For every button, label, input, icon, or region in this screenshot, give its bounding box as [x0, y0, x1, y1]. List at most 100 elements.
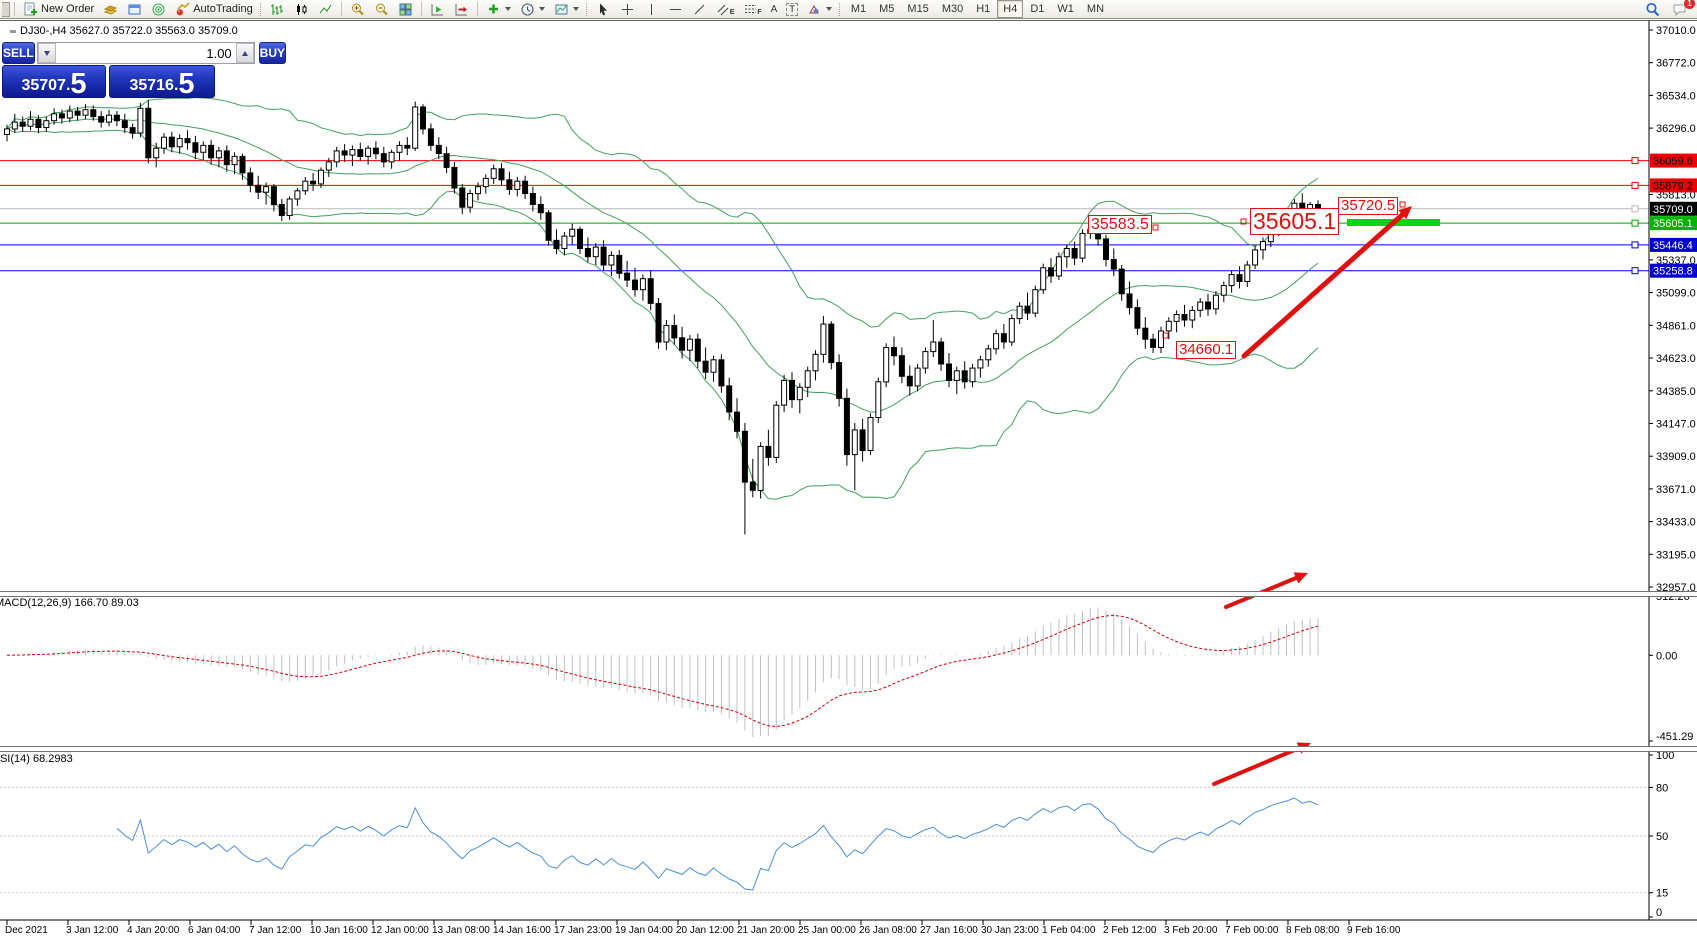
new-order-icon [23, 2, 38, 17]
new-order-label: New Order [41, 3, 94, 15]
svg-text:3 Jan 12:00: 3 Jan 12:00 [66, 925, 119, 936]
timeframe-h4[interactable]: H4 [997, 0, 1023, 18]
timeframe-m15[interactable]: M15 [901, 0, 934, 18]
indicators-button[interactable] [482, 0, 515, 19]
vertical-line-tool[interactable] [640, 0, 663, 19]
svg-text:50: 50 [1656, 831, 1668, 843]
svg-text:3 Feb 20:00: 3 Feb 20:00 [1164, 925, 1218, 936]
price-annotation-label[interactable]: 35583.5 [1088, 215, 1152, 234]
svg-text:33195.0: 33195.0 [1656, 549, 1696, 561]
sell-price-frac: 5 [70, 73, 86, 96]
data-window-button[interactable] [123, 0, 146, 19]
toolbar-drag-handle [260, 3, 263, 16]
market-watch-button[interactable] [99, 0, 122, 19]
price-annotation-label[interactable]: 35605.1 [1250, 208, 1339, 235]
macd-label: MACD(12,26,9) 166.70 89.03 [0, 597, 139, 609]
auto-scroll-button[interactable] [426, 0, 449, 19]
periods-button[interactable] [516, 0, 549, 19]
svg-text:27 Jan 16:00: 27 Jan 16:00 [920, 925, 978, 936]
chart-shift-icon [454, 2, 469, 17]
toolbar-drag-handle [839, 3, 842, 16]
svg-text:36772.0: 36772.0 [1656, 58, 1696, 70]
price-annotation-label[interactable]: 35720.5 [1338, 197, 1398, 215]
rsi-panel-sizer[interactable] [0, 746, 1697, 752]
notifications-button[interactable]: 1 [1668, 0, 1691, 19]
buy-price-button[interactable]: 35716.5 [109, 65, 215, 98]
volume-increase-button[interactable] [236, 43, 254, 63]
volume-decrease-button[interactable] [38, 43, 56, 63]
shapes-tool[interactable] [803, 0, 836, 19]
tile-windows-icon [398, 2, 413, 17]
timeframe-d1[interactable]: D1 [1024, 0, 1050, 18]
clock-icon [520, 2, 535, 17]
sell-button[interactable]: SELL [2, 42, 35, 64]
svg-text:9 Feb 16:00: 9 Feb 16:00 [1347, 925, 1401, 936]
time-axis: Dec 20213 Jan 12:004 Jan 20:006 Jan 04:0… [0, 920, 1697, 936]
svg-text:10 Jan 16:00: 10 Jan 16:00 [310, 925, 368, 936]
svg-text:35605.1: 35605.1 [1653, 218, 1693, 230]
toolbar-separator [421, 2, 422, 16]
svg-text:36534.0: 36534.0 [1656, 90, 1696, 102]
autotrading-label: AutoTrading [193, 3, 253, 15]
sell-price-main: 35707. [21, 78, 70, 94]
timeframe-w1[interactable]: W1 [1051, 0, 1080, 18]
autotrading-button[interactable]: AutoTrading [171, 0, 257, 19]
toolbar-right-tools: 1 [1641, 0, 1695, 19]
fibonacci-icon [743, 2, 758, 17]
text-tool[interactable]: A [767, 0, 782, 19]
svg-text:80: 80 [1656, 782, 1668, 794]
crosshair-tool-button[interactable] [616, 0, 639, 19]
channel-tool[interactable]: E [712, 0, 739, 19]
svg-text:17 Jan 23:00: 17 Jan 23:00 [554, 925, 612, 936]
bar-chart-button[interactable] [266, 0, 289, 19]
signal-radar-icon [151, 2, 166, 17]
sell-price-button[interactable]: 35707.5 [2, 65, 106, 98]
chart-shift-button[interactable] [450, 0, 473, 19]
search-icon [1645, 2, 1660, 17]
chart-area[interactable]: 37010.036772.036534.036296.035813.035337… [0, 0, 1697, 941]
line-chart-button[interactable] [314, 0, 337, 19]
svg-text:20 Jan 12:00: 20 Jan 12:00 [676, 925, 734, 936]
tile-windows-button[interactable] [394, 0, 417, 19]
horizontal-line-tool[interactable] [664, 0, 687, 19]
zoom-in-button[interactable] [346, 0, 369, 19]
timeframe-m1[interactable]: M1 [845, 0, 872, 18]
buy-price-frac: 5 [178, 73, 194, 96]
new-order-button[interactable]: New Order [19, 0, 98, 19]
crosshair-icon [620, 2, 635, 17]
timeframe-m30[interactable]: M30 [936, 0, 969, 18]
volume-input[interactable] [56, 43, 236, 63]
signals-button[interactable] [147, 0, 170, 19]
drawn-objects[interactable] [1153, 202, 1440, 784]
clipped-toolbar-icon [2, 2, 10, 17]
timeframe-h1[interactable]: H1 [970, 0, 996, 18]
macd-panel-sizer[interactable] [0, 591, 1697, 597]
candles [5, 100, 1321, 534]
toolbar-separator [341, 2, 342, 16]
trendline-icon [692, 2, 707, 17]
chevron-down-icon [505, 7, 511, 11]
timeframe-m5[interactable]: M5 [873, 0, 900, 18]
search-button[interactable] [1641, 0, 1664, 19]
trendline-tool[interactable] [688, 0, 711, 19]
horizontal-line-icon [668, 2, 683, 17]
svg-text:35446.4: 35446.4 [1653, 240, 1693, 252]
templates-button[interactable] [550, 0, 583, 19]
zoom-out-button[interactable] [370, 0, 393, 19]
cursor-tool-button[interactable] [592, 0, 615, 19]
text-label-tool[interactable]: T [782, 0, 802, 19]
svg-text:35099.0: 35099.0 [1656, 288, 1696, 300]
add-indicator-icon [486, 2, 501, 17]
price-annotation-label[interactable]: 34660.1 [1176, 341, 1236, 359]
svg-text:35709.0: 35709.0 [1653, 204, 1693, 216]
fibonacci-tool[interactable]: F [739, 0, 765, 19]
candlestick-chart-button[interactable] [290, 0, 313, 19]
template-icon [554, 2, 569, 17]
shapes-icon [807, 2, 822, 17]
triangle-down-icon [44, 51, 50, 56]
buy-price-main: 35716. [129, 78, 178, 94]
svg-text:15: 15 [1656, 888, 1668, 900]
timeframe-mn[interactable]: MN [1081, 0, 1110, 18]
market-watch-icon [103, 2, 118, 17]
buy-button[interactable]: BUY [259, 42, 286, 64]
